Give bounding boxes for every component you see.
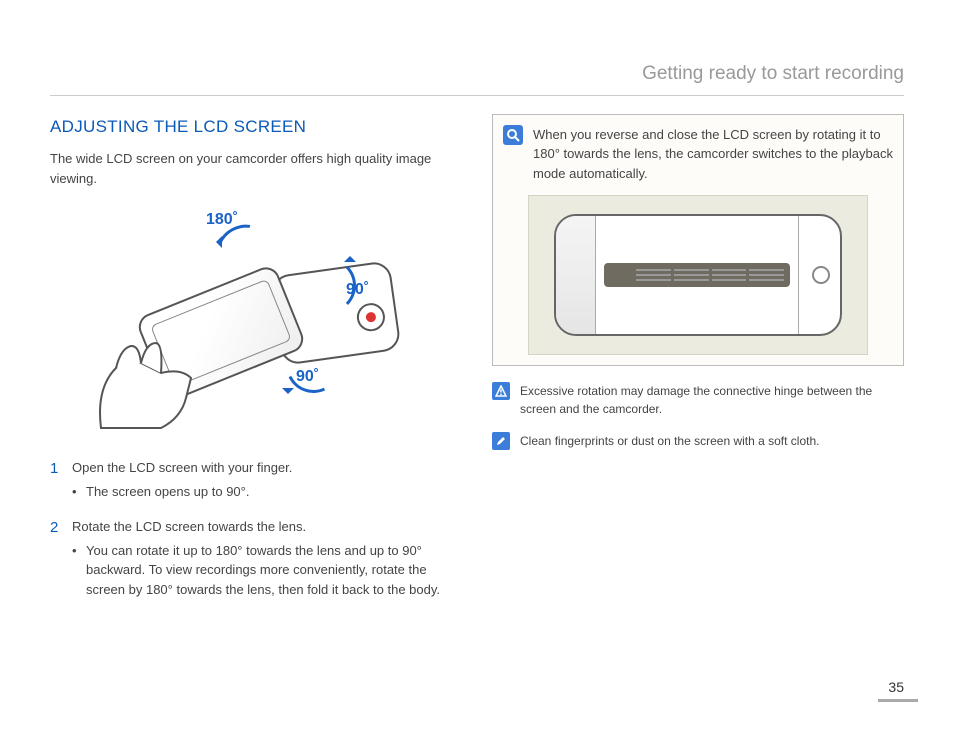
thumbnail — [636, 279, 671, 281]
page-number: 35 — [888, 677, 904, 698]
lcd-rotation-illustration: 180˚ 90˚ 90˚ — [96, 208, 416, 428]
arrowhead-icon — [210, 236, 222, 248]
thumbnail — [674, 279, 709, 281]
step-bullets: You can rotate it up to 180° towards the… — [72, 541, 462, 600]
caution-icon — [492, 382, 510, 400]
thumbnail — [712, 279, 747, 281]
step-bullets: The screen opens up to 90°. — [72, 482, 462, 502]
camcorder-rear-drawing — [554, 214, 842, 336]
step-number: 1 — [50, 458, 58, 481]
thumbnail — [749, 269, 784, 271]
magnify-icon — [503, 125, 523, 145]
playback-screen-drawing — [604, 263, 790, 287]
thumbnail-grid — [636, 269, 784, 281]
step-number: 2 — [50, 517, 58, 540]
warning-note: Excessive rotation may damage the connec… — [492, 382, 904, 418]
chapter-title: Getting ready to start recording — [50, 60, 904, 89]
note-icon — [492, 432, 510, 450]
arrowhead-icon — [282, 388, 294, 400]
menu-bar-icons — [610, 269, 632, 281]
manual-page: Getting ready to start recording ADJUSTI… — [0, 0, 954, 645]
power-button-icon — [812, 266, 830, 284]
step-text: Open the LCD screen with your finger. — [72, 460, 292, 475]
bullet-item: The screen opens up to 90°. — [72, 482, 462, 502]
thumbnail — [636, 269, 671, 271]
right-column: When you reverse and close the LCD scree… — [492, 114, 904, 616]
info-callout-box: When you reverse and close the LCD scree… — [492, 114, 904, 367]
thumbnail — [749, 274, 784, 276]
left-column: ADJUSTING THE LCD SCREEN The wide LCD sc… — [50, 114, 462, 616]
step-item: 1 Open the LCD screen with your finger. … — [50, 458, 462, 501]
thumbnail — [674, 269, 709, 271]
record-button-icon — [355, 301, 387, 333]
step-item: 2 Rotate the LCD screen towards the lens… — [50, 517, 462, 599]
step-text: Rotate the LCD screen towards the lens. — [72, 519, 306, 534]
two-column-layout: ADJUSTING THE LCD SCREEN The wide LCD sc… — [50, 114, 904, 616]
thumbnail — [636, 274, 671, 276]
hand-drawing — [91, 318, 221, 438]
info-header: When you reverse and close the LCD scree… — [503, 125, 893, 184]
playback-mode-illustration — [528, 195, 868, 355]
tip-text: Clean fingerprints or dust on the screen… — [520, 432, 820, 450]
thumbnail — [712, 269, 747, 271]
bullet-item: You can rotate it up to 180° towards the… — [72, 541, 462, 600]
section-title: ADJUSTING THE LCD SCREEN — [50, 114, 462, 140]
divider-line — [50, 95, 904, 96]
steps-list: 1 Open the LCD screen with your finger. … — [50, 458, 462, 599]
thumbnail — [712, 274, 747, 276]
rotation-arrow-icon — [301, 258, 356, 313]
thumbnail — [674, 274, 709, 276]
tip-note: Clean fingerprints or dust on the screen… — [492, 432, 904, 450]
warning-text: Excessive rotation may damage the connec… — [520, 382, 904, 418]
camcorder-grip-drawing — [556, 216, 596, 334]
camcorder-right-drawing — [798, 216, 840, 334]
arrowhead-icon — [344, 250, 356, 262]
thumbnail — [749, 279, 784, 281]
intro-paragraph: The wide LCD screen on your camcorder of… — [50, 149, 462, 188]
info-text: When you reverse and close the LCD scree… — [533, 125, 893, 184]
